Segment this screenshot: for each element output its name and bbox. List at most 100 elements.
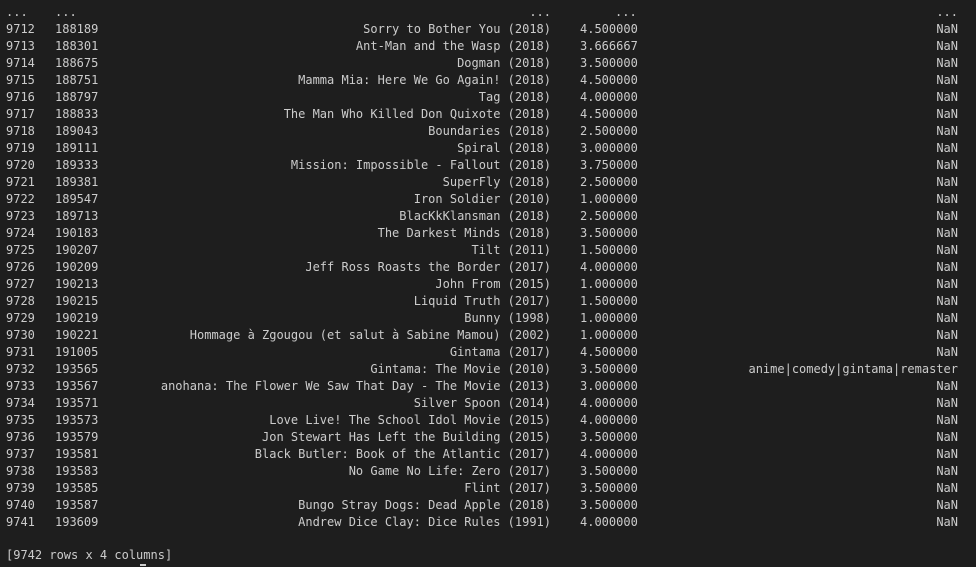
- table-row: 9716 188797 Tag (2018) 4.000000 NaN: [0, 89, 976, 106]
- table-row: 9727 190213 John From (2015) 1.000000 NaN: [0, 276, 976, 293]
- row-title: Andrew Dice Clay: Dice Rules (1991): [298, 515, 551, 529]
- table-row: 9715 188751 Mamma Mia: Here We Go Again! (…: [0, 72, 976, 89]
- row-tags: NaN: [936, 56, 958, 70]
- row-title: anohana: The Flower We Saw That Day - Th…: [160, 379, 551, 393]
- table-row: 9734 193571 Silver Spoon (2014) 4.000000 NaN: [0, 395, 976, 412]
- row-tags: NaN: [936, 515, 958, 529]
- row-title: Bunny (1998): [464, 311, 551, 325]
- row-tags: NaN: [936, 124, 958, 138]
- table-row: 9731 191005 Gintama (2017) 4.500000 NaN: [0, 344, 976, 361]
- row-rating: 1.000000: [580, 328, 638, 342]
- row-title: Black Butler: Book of the Atlantic (2017…: [254, 447, 551, 461]
- row-title: Iron Soldier (2010): [413, 192, 551, 206]
- row-rating: 4.500000: [580, 73, 638, 87]
- row-rating: 3.500000: [580, 498, 638, 512]
- row-tags: NaN: [936, 243, 958, 257]
- row-title: BlacKkKlansman (2018): [399, 209, 551, 223]
- row-rating: 1.000000: [580, 311, 638, 325]
- table-row: 9737 193581 Black Butler: Book of the Atla…: [0, 446, 976, 463]
- row-tags: NaN: [936, 226, 958, 240]
- row-tags: anime|comedy|gintama|remaster: [748, 362, 958, 376]
- row-tags: NaN: [936, 90, 958, 104]
- row-tags: NaN: [936, 396, 958, 410]
- row-rating: 3.000000: [580, 379, 638, 393]
- row-rating: 3.666667: [580, 39, 638, 53]
- row-tags: NaN: [936, 39, 958, 53]
- row-tags: NaN: [936, 22, 958, 36]
- row-title: Mission: Impossible - Fallout (2018): [290, 158, 551, 172]
- ellipsis-title: ...: [529, 5, 551, 19]
- row-tags: NaN: [936, 379, 958, 393]
- row-rating: 4.500000: [580, 22, 638, 36]
- table-row: 9726 190209 Jeff Ross Roasts the Border (2…: [0, 259, 976, 276]
- table-row: 9729 190219 Bunny (1998) 1.000000 NaN: [0, 310, 976, 327]
- row-title: Bungo Stray Dogs: Dead Apple (2018): [298, 498, 551, 512]
- table-row: 9730 190221 Hommage à Zgougou (et salut à …: [0, 327, 976, 344]
- row-tags: NaN: [936, 498, 958, 512]
- row-tags: NaN: [936, 464, 958, 478]
- row-tags: NaN: [936, 294, 958, 308]
- table-row: 9713 188301 Ant-Man and the Wasp (2018) 3.6…: [0, 38, 976, 55]
- table-row: 9732 193565 Gintama: The Movie (2010) 3.500…: [0, 361, 976, 378]
- table-row: 9719 189111 Spiral (2018) 3.000000 NaN: [0, 140, 976, 157]
- row-title: Love Live! The School Idol Movie (2015): [269, 413, 551, 427]
- row-rating: 3.750000: [580, 158, 638, 172]
- row-title: Hommage à Zgougou (et salut à Sabine Mam…: [189, 328, 551, 342]
- row-title: The Darkest Minds (2018): [377, 226, 551, 240]
- row-rating: 4.000000: [580, 447, 638, 461]
- row-title: Spiral (2018): [457, 141, 551, 155]
- row-title: Silver Spoon (2014): [413, 396, 551, 410]
- row-rating: 3.500000: [580, 430, 638, 444]
- row-tags: NaN: [936, 141, 958, 155]
- table-row: 9736 193579 Jon Stewart Has Left the Build…: [0, 429, 976, 446]
- row-title: Jeff Ross Roasts the Border (2017): [305, 260, 551, 274]
- table-row: 9720 189333 Mission: Impossible - Fallout …: [0, 157, 976, 174]
- row-rating: 3.500000: [580, 481, 638, 495]
- row-title: Gintama (2017): [449, 345, 551, 359]
- dataframe-summary: [9742 rows x 4 columns]: [6, 548, 173, 562]
- row-title: Boundaries (2018): [428, 124, 551, 138]
- table-row: 9738 193583 No Game No Life: Zero (2017) 3.…: [0, 463, 976, 480]
- ellipsis-row: ... ... ... ... ...: [0, 4, 976, 21]
- row-rating: 4.000000: [580, 515, 638, 529]
- row-tags: NaN: [936, 175, 958, 189]
- row-tags: NaN: [936, 345, 958, 359]
- row-rating: 1.500000: [580, 294, 638, 308]
- row-rating: 2.500000: [580, 124, 638, 138]
- row-rating: 3.500000: [580, 56, 638, 70]
- row-tags: NaN: [936, 328, 958, 342]
- table-row: 9717 188833 The Man Who Killed Don Quixote…: [0, 106, 976, 123]
- table-row: 9735 193573 Love Live! The School Idol Mov…: [0, 412, 976, 429]
- row-rating: 1.000000: [580, 192, 638, 206]
- row-title: Dogman (2018): [457, 56, 551, 70]
- table-row: 9718 189043 Boundaries (2018) 2.500000 NaN: [0, 123, 976, 140]
- row-rating: 3.500000: [580, 362, 638, 376]
- ellipsis-tags: ...: [936, 5, 958, 19]
- row-title: Tag (2018): [478, 90, 551, 104]
- row-rating: 2.500000: [580, 209, 638, 223]
- table-row: 9712 188189 Sorry to Bother You (2018) 4.50…: [0, 21, 976, 38]
- table-row: 9714 188675 Dogman (2018) 3.500000 NaN: [0, 55, 976, 72]
- row-title: No Game No Life: Zero (2017): [348, 464, 551, 478]
- table-row: 9721 189381 SuperFly (2018) 2.500000 NaN: [0, 174, 976, 191]
- row-tags: NaN: [936, 260, 958, 274]
- row-tags: NaN: [936, 430, 958, 444]
- table-row: 9728 190215 Liquid Truth (2017) 1.500000 NaN: [0, 293, 976, 310]
- table-row: 9740 193587 Bungo Stray Dogs: Dead Apple (…: [0, 497, 976, 514]
- row-title: The Man Who Killed Don Quixote (2018): [283, 107, 551, 121]
- row-title: Sorry to Bother You (2018): [363, 22, 551, 36]
- row-rating: 4.000000: [580, 396, 638, 410]
- row-title: Tilt (2011): [471, 243, 551, 257]
- row-title: SuperFly (2018): [442, 175, 551, 189]
- table-row: 9722 189547 Iron Soldier (2010) 1.000000 NaN: [0, 191, 976, 208]
- row-title: Liquid Truth (2017): [413, 294, 551, 308]
- row-tags: NaN: [936, 209, 958, 223]
- row-rating: 3.000000: [580, 141, 638, 155]
- row-rating: 4.000000: [580, 413, 638, 427]
- table-row: 9741 193609 Andrew Dice Clay: Dice Rules (…: [0, 514, 976, 531]
- row-tags: NaN: [936, 107, 958, 121]
- row-title: Flint (2017): [464, 481, 551, 495]
- row-title: Mamma Mia: Here We Go Again! (2018): [298, 73, 551, 87]
- row-rating: 3.500000: [580, 226, 638, 240]
- row-title: Jon Stewart Has Left the Building (2015): [262, 430, 551, 444]
